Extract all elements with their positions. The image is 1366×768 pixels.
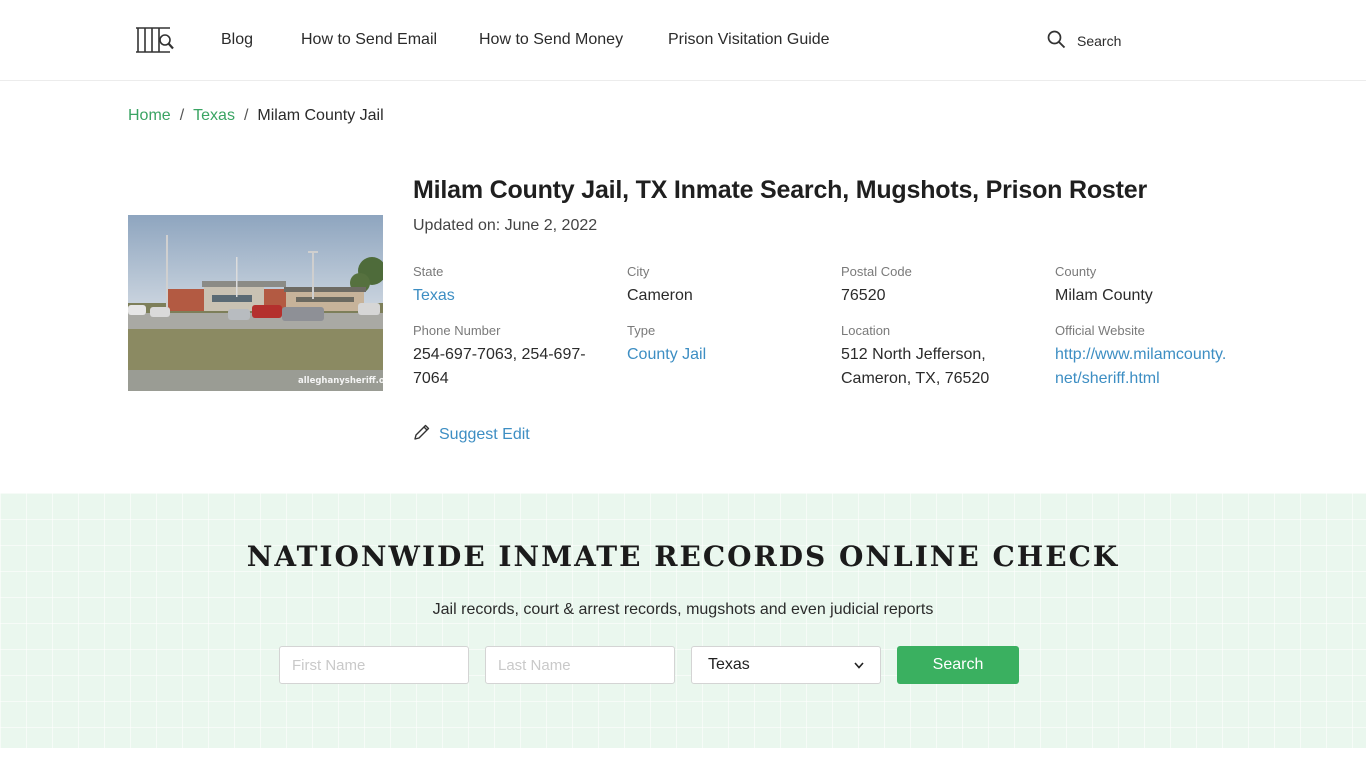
field-label: Official Website	[1055, 323, 1145, 338]
first-name-input[interactable]	[279, 646, 469, 684]
page-title: Milam County Jail, TX Inmate Search, Mug…	[413, 176, 1147, 204]
phone-value: 254-697-7063, 254-697- 7064	[413, 343, 613, 391]
field-postal-code: Postal Code 76520	[841, 264, 1041, 308]
field-label: Type	[627, 323, 656, 338]
breadcrumb: Home / Texas / Milam County Jail	[128, 107, 384, 125]
suggest-edit-label: Suggest Edit	[439, 425, 530, 443]
breadcrumb-texas[interactable]: Texas	[193, 107, 235, 125]
website-line-2: net/sheriff.html	[1055, 370, 1160, 387]
field-label: Location	[841, 323, 891, 338]
field-label: Phone Number	[413, 323, 501, 338]
nav-blog[interactable]: Blog	[221, 31, 253, 49]
records-search-section	[0, 493, 1366, 748]
state-select[interactable]: Texas	[691, 646, 881, 684]
breadcrumb-current: Milam County Jail	[257, 107, 384, 124]
photo-watermark: alleghanysheriff.org	[298, 376, 383, 386]
updated-date: Updated on: June 2, 2022	[413, 217, 598, 234]
field-label: Postal Code	[841, 264, 912, 279]
location-value: 512 North Jefferson, Cameron, TX, 76520	[841, 343, 1041, 391]
pencil-icon	[413, 423, 431, 446]
records-search-title: NATIONWIDE INMATE RECORDS ONLINE CHECK	[246, 540, 1120, 573]
breadcrumb-separator: /	[243, 107, 249, 124]
phone-line-1: 254-697-7063, 254-697-	[413, 346, 586, 363]
nav-how-to-send-email[interactable]: How to Send Email	[301, 31, 437, 49]
location-line-1: 512 North Jefferson,	[841, 346, 986, 363]
state-select-value: Texas	[708, 656, 750, 673]
search-icon	[1047, 30, 1066, 52]
breadcrumb-home[interactable]: Home	[128, 107, 171, 125]
county-value: Milam County	[1055, 287, 1153, 304]
postal-code-value: 76520	[841, 287, 886, 304]
chevron-down-icon	[854, 656, 864, 674]
breadcrumb-separator: /	[179, 107, 185, 124]
nav-prison-visitation-guide[interactable]: Prison Visitation Guide	[668, 31, 830, 49]
field-phone: Phone Number 254-697-7063, 254-697- 7064	[413, 323, 613, 391]
official-website-link[interactable]: http://www.milamcounty. net/sheriff.html	[1055, 343, 1255, 391]
site-header: Blog How to Send Email How to Send Money…	[0, 0, 1366, 81]
header-search-label: Search	[1077, 33, 1122, 49]
records-search-button[interactable]: Search	[897, 646, 1019, 684]
header-search-button[interactable]: Search	[1047, 30, 1121, 52]
field-official-website: Official Website http://www.milamcounty.…	[1055, 323, 1255, 391]
field-type: Type County Jail	[627, 323, 827, 367]
last-name-input[interactable]	[485, 646, 675, 684]
facility-photo: alleghanysheriff.org	[128, 215, 383, 391]
field-label: County	[1055, 264, 1097, 279]
nav-how-to-send-money[interactable]: How to Send Money	[479, 31, 623, 49]
field-label: City	[627, 264, 650, 279]
type-link[interactable]: County Jail	[627, 343, 827, 367]
state-link[interactable]: Texas	[413, 284, 613, 308]
records-search-subtitle: Jail records, court & arrest records, mu…	[432, 601, 934, 618]
suggest-edit-link[interactable]: Suggest Edit	[413, 423, 530, 446]
site-logo-icon[interactable]	[134, 26, 176, 54]
phone-line-2: 7064	[413, 370, 449, 387]
field-state: State Texas	[413, 264, 613, 308]
field-city: City Cameron	[627, 264, 827, 308]
field-location: Location 512 North Jefferson, Cameron, T…	[841, 323, 1041, 391]
field-label: State	[413, 264, 444, 279]
city-value: Cameron	[627, 287, 693, 304]
website-line-1: http://www.milamcounty.	[1055, 346, 1227, 363]
field-county: County Milam County	[1055, 264, 1255, 308]
location-line-2: Cameron, TX, 76520	[841, 370, 990, 387]
